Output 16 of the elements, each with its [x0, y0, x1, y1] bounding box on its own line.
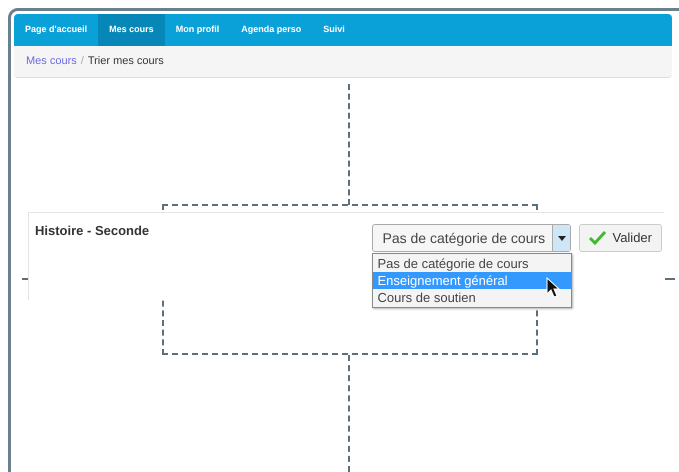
- dropdown-option[interactable]: Enseignement général: [373, 272, 572, 289]
- category-select[interactable]: Pas de catégorie de cours: [372, 224, 572, 252]
- mouse-cursor-icon: [546, 277, 562, 299]
- dropdown-option[interactable]: Cours de soutien: [373, 289, 572, 306]
- course-title: Histoire - Seconde: [35, 222, 150, 237]
- nav-tab[interactable]: Agenda perso: [230, 14, 312, 46]
- checkmark-icon: [589, 231, 606, 245]
- nav-tab[interactable]: Suivi: [312, 14, 356, 46]
- validate-button[interactable]: Valider: [579, 224, 662, 252]
- dropdown-option[interactable]: Pas de catégorie de cours: [373, 255, 572, 272]
- breadcrumb-separator: /: [80, 54, 84, 70]
- nav-tab[interactable]: Mes cours: [98, 14, 165, 46]
- breadcrumb-current: Trier mes cours: [88, 54, 164, 70]
- breadcrumb-link[interactable]: Mes cours: [26, 53, 77, 70]
- nav-tab[interactable]: Page d'accueil: [14, 14, 98, 46]
- nav-tab[interactable]: Mon profil: [164, 14, 230, 46]
